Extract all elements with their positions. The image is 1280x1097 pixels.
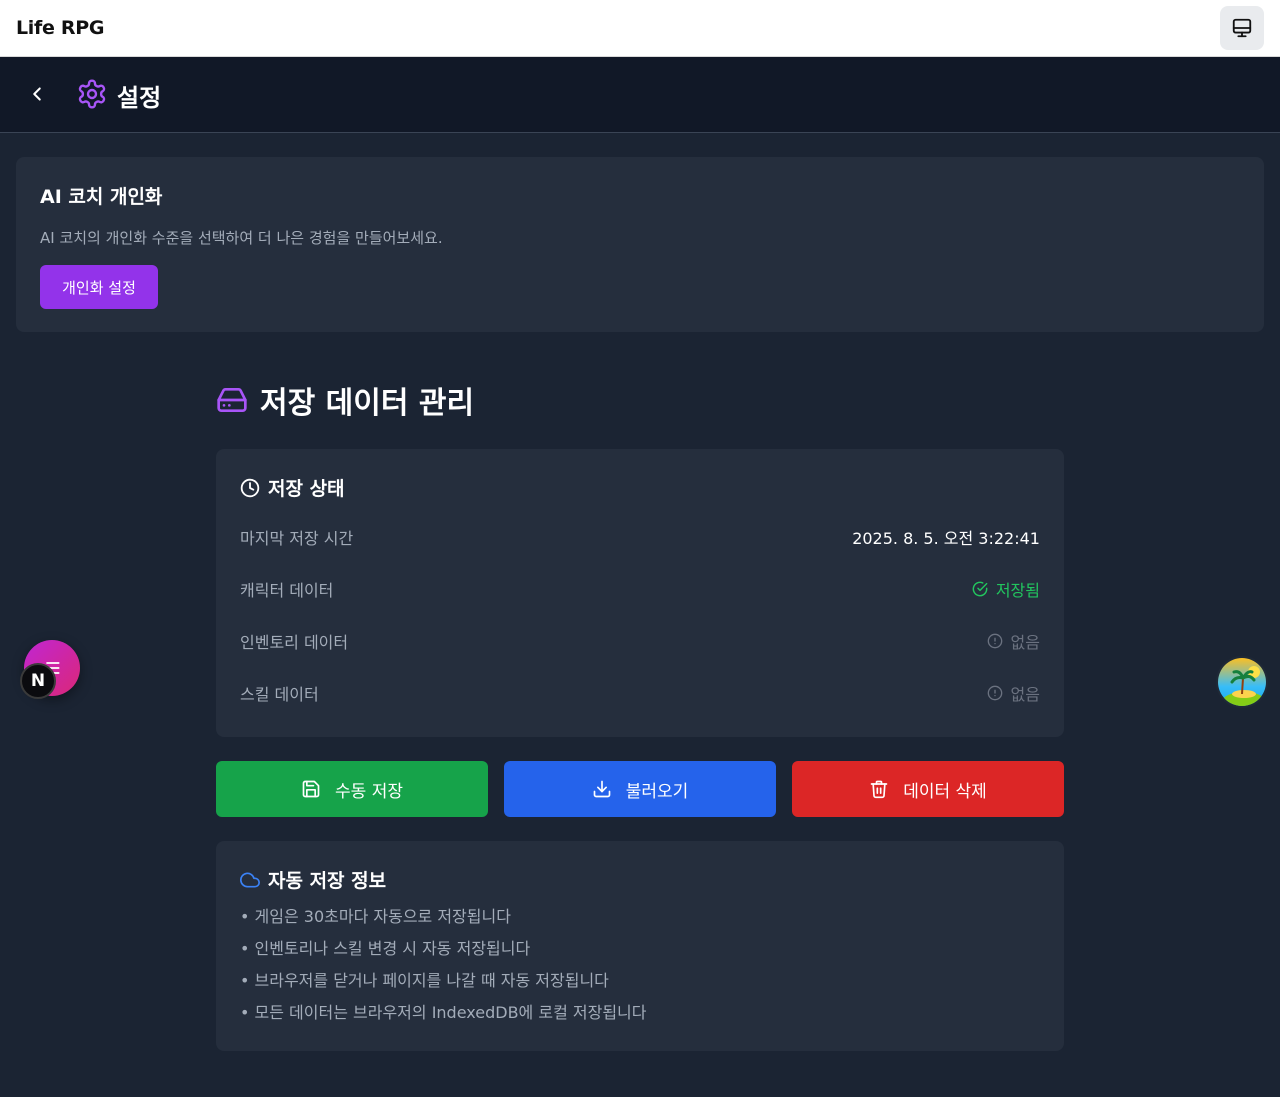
status-value-text: 저장됨 [995, 581, 1040, 600]
status-row-label: 인벤토리 데이터 [240, 633, 349, 652]
app-title: Life RPG [16, 17, 105, 39]
save-icon [302, 780, 320, 798]
delete-data-label: 데이터 삭제 [903, 781, 987, 802]
alert-circle-icon [987, 685, 1002, 701]
avatar[interactable] [1216, 656, 1268, 708]
device-toggle-button[interactable] [1220, 6, 1264, 50]
clock-icon [240, 478, 260, 497]
chevron-left-icon [33, 87, 41, 101]
storage-section-title: 저장 데이터 관리 [260, 386, 475, 421]
list-item: • 브라우저를 닫거나 페이지를 나갈 때 자동 저장됩니다 [240, 971, 609, 990]
manual-save-button[interactable]: 수동 저장 [216, 761, 488, 817]
status-value-text: 없음 [1010, 685, 1040, 704]
app-topbar: Life RPG [0, 0, 1280, 57]
cloud-icon [240, 872, 260, 887]
trash-icon [870, 780, 888, 799]
status-row-character: 캐릭터 데이터 저장됨 [240, 574, 1040, 604]
save-status-title: 저장 상태 [268, 478, 345, 500]
status-row-value: 없음 [987, 629, 1040, 653]
gear-icon [78, 79, 106, 109]
page-title: 설정 [117, 84, 162, 112]
auto-save-info-list: • 게임은 30초마다 자동으로 저장됩니다 • 인벤토리나 스킬 변경 시 자… [240, 905, 647, 1033]
save-status-heading: 저장 상태 [240, 474, 345, 501]
status-row-label: 스킬 데이터 [240, 685, 319, 704]
hard-drive-icon [217, 388, 247, 412]
auto-save-info-card: 자동 저장 정보 • 게임은 30초마다 자동으로 저장됩니다 • 인벤토리나 … [216, 841, 1064, 1051]
status-row-inventory: 인벤토리 데이터 없음 [240, 626, 1040, 656]
list-item: • 게임은 30초마다 자동으로 저장됩니다 [240, 907, 511, 926]
monitor-icon [1232, 18, 1252, 38]
status-row-value: 없음 [987, 681, 1040, 705]
alert-circle-icon [987, 633, 1002, 649]
manual-save-label: 수동 저장 [335, 781, 403, 802]
island-avatar-icon [1218, 658, 1266, 706]
back-button[interactable] [24, 81, 50, 107]
auto-save-heading: 자동 저장 정보 [240, 866, 386, 893]
storage-section-heading: 저장 데이터 관리 [216, 380, 475, 421]
status-row-value: 2025. 8. 5. 오전 3:22:41 [852, 529, 1040, 548]
status-value-text: 없음 [1010, 633, 1040, 652]
check-circle-icon [972, 581, 988, 597]
ai-coach-title: AI 코치 개인화 [40, 186, 163, 208]
n-badge-button[interactable]: N [20, 663, 56, 699]
list-item: • 인벤토리나 스킬 변경 시 자동 저장됩니다 [240, 939, 531, 958]
status-row-skill: 스킬 데이터 없음 [240, 678, 1040, 708]
ai-coach-card: AI 코치 개인화 AI 코치의 개인화 수준을 선택하여 더 나은 경험을 만… [16, 157, 1264, 332]
status-row-label: 마지막 저장 시간 [240, 529, 354, 548]
list-item: • 모든 데이터는 브라우저의 IndexedDB에 로컬 저장됩니다 [240, 1003, 647, 1022]
status-row-value: 저장됨 [972, 577, 1040, 601]
ai-coach-description: AI 코치의 개인화 수준을 선택하여 더 나은 경험을 만들어보세요. [40, 229, 443, 247]
settings-header: 설정 [0, 57, 1280, 133]
download-icon [593, 780, 611, 798]
auto-save-title: 자동 저장 정보 [268, 870, 387, 892]
delete-data-button[interactable]: 데이터 삭제 [792, 761, 1064, 817]
load-button[interactable]: 불러오기 [504, 761, 776, 817]
save-status-card: 저장 상태 마지막 저장 시간 2025. 8. 5. 오전 3:22:41 캐… [216, 449, 1064, 737]
status-row-label: 캐릭터 데이터 [240, 581, 334, 600]
status-row-last-saved: 마지막 저장 시간 2025. 8. 5. 오전 3:22:41 [240, 522, 1040, 552]
load-label: 불러오기 [625, 781, 689, 802]
personalization-settings-button[interactable]: 개인화 설정 [40, 265, 158, 309]
